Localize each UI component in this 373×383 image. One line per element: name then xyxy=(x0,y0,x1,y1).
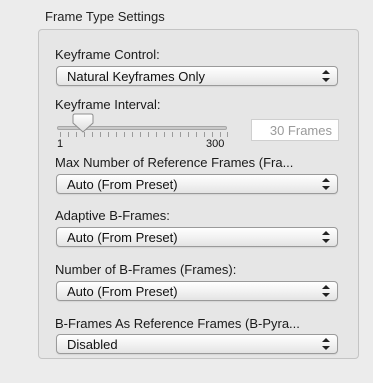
number-of-b-frames-value: Auto (From Preset) xyxy=(67,284,178,299)
adaptive-b-frames-popup[interactable]: Auto (From Preset) xyxy=(56,227,338,247)
keyframe-interval-frames-field[interactable]: 30 Frames xyxy=(251,119,339,141)
up-down-arrows-icon xyxy=(322,338,330,350)
keyframe-interval-label: Keyframe Interval: xyxy=(55,97,161,112)
keyframe-interval-slider-thumb[interactable] xyxy=(72,113,94,133)
frame-type-settings-panel: Frame Type Settings Keyframe Control: Na… xyxy=(0,0,373,383)
max-reference-frames-label: Max Number of Reference Frames (Fra... xyxy=(55,155,294,170)
max-reference-frames-value: Auto (From Preset) xyxy=(67,177,178,192)
b-frames-as-reference-value: Disabled xyxy=(67,337,118,352)
b-frames-as-reference-label: B-Frames As Reference Frames (B-Pyra... xyxy=(55,316,300,331)
adaptive-b-frames-value: Auto (From Preset) xyxy=(67,230,178,245)
up-down-arrows-icon xyxy=(322,231,330,243)
number-of-b-frames-label: Number of B-Frames (Frames): xyxy=(55,262,237,277)
keyframe-control-value: Natural Keyframes Only xyxy=(67,69,205,84)
section-title: Frame Type Settings xyxy=(45,9,165,24)
keyframe-control-label: Keyframe Control: xyxy=(55,47,160,62)
slider-min-label: 1 xyxy=(57,138,64,150)
up-down-arrows-icon xyxy=(322,285,330,297)
up-down-arrows-icon xyxy=(322,70,330,82)
keyframe-control-popup[interactable]: Natural Keyframes Only xyxy=(56,66,338,86)
b-frames-as-reference-popup[interactable]: Disabled xyxy=(56,334,338,354)
up-down-arrows-icon xyxy=(322,178,330,190)
adaptive-b-frames-label: Adaptive B-Frames: xyxy=(55,208,170,223)
number-of-b-frames-popup[interactable]: Auto (From Preset) xyxy=(56,281,338,301)
max-reference-frames-popup[interactable]: Auto (From Preset) xyxy=(56,174,338,194)
slider-max-label: 300 xyxy=(206,138,225,150)
